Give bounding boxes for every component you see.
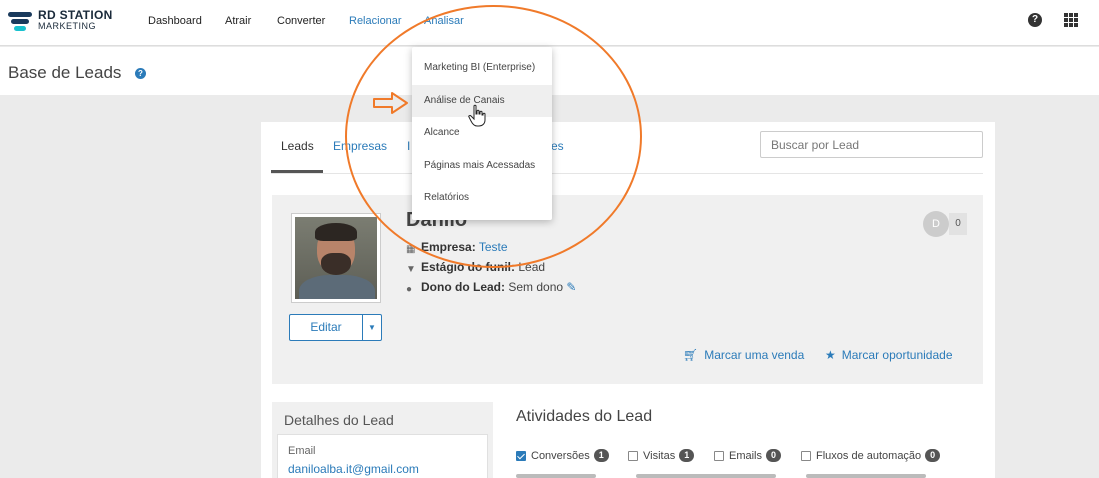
menu-item-marketing-bi[interactable]: Marketing BI (Enterprise) (412, 52, 552, 84)
leads-card: Leads Empresas I es Danilo ▦Empresa: Tes… (261, 122, 995, 478)
logo-line1: RD STATION (38, 8, 113, 22)
edit-button[interactable]: Editar (289, 314, 363, 341)
apps-grid-icon[interactable] (1064, 13, 1078, 27)
menu-item-alcance[interactable]: Alcance (412, 117, 552, 149)
avatar (291, 213, 381, 303)
dono-value: Sem dono (508, 280, 564, 294)
estagio-value: Lead (518, 260, 546, 274)
analisar-dropdown-menu: Marketing BI (Enterprise) Análise de Can… (412, 47, 552, 220)
checkbox-emails[interactable] (714, 450, 724, 461)
count-badge: 0 (766, 449, 782, 462)
count-badge: 0 (925, 449, 941, 462)
lead-initial-badge: D (923, 211, 949, 237)
activities-title: Atividades do Lead (516, 408, 653, 425)
nav-atrair[interactable]: Atrair (225, 15, 251, 27)
filter-visitas[interactable]: Visitas 1 (628, 449, 695, 462)
cart-icon: 🛒︎ (683, 348, 699, 362)
filter-conversoes[interactable]: Conversões 1 (516, 449, 609, 462)
rd-logo-icon (8, 10, 32, 32)
building-icon: ▦ (406, 244, 416, 255)
mark-sale-link[interactable]: 🛒︎ Marcar uma venda (683, 348, 804, 362)
lead-photo (295, 217, 377, 299)
funnel-icon: ▼ (406, 264, 416, 275)
filter-label: Visitas (643, 449, 676, 462)
top-navbar: RD STATION MARKETING Dashboard Atrair Co… (0, 0, 1099, 46)
estagio-label: Estágio do funil: (421, 260, 515, 274)
edit-dropdown-caret-icon[interactable]: ▼ (363, 314, 382, 341)
lead-badge-count: 0 (949, 213, 967, 235)
empresa-label: Empresa: (421, 240, 476, 254)
tab-leads[interactable]: Leads (281, 139, 314, 153)
mark-sale-label: Marcar uma venda (704, 348, 805, 362)
email-field: Email daniloalba.it@gmail.com (277, 434, 488, 478)
logo-line2: MARKETING (38, 21, 97, 31)
filter-fluxos[interactable]: Fluxos de automação 0 (801, 449, 941, 462)
lead-summary: Danilo ▦ Empresa: Teste ▼ Estágio do funil… (272, 195, 983, 384)
mark-opportunity-link[interactable]: ★ Marcar oportunidade (825, 348, 953, 362)
mark-opportunity-label: Marcar oportunidade (841, 348, 953, 362)
dono-label: Dono do Lead: (421, 280, 505, 294)
tab-third[interactable]: I (407, 139, 410, 153)
rd-station-logo[interactable]: RD STATION MARKETING (8, 8, 113, 32)
help-icon[interactable]: ? (1028, 13, 1042, 27)
search-lead-input[interactable] (760, 131, 983, 158)
lead-empresa-row: ▦ Empresa: Teste (406, 240, 508, 255)
page-help-icon[interactable]: ? (135, 68, 146, 79)
nav-analisar[interactable]: Analisar (424, 15, 464, 27)
details-title: Detalhes do Lead (284, 412, 394, 428)
empresa-value-link[interactable]: Teste (479, 240, 508, 254)
menu-item-paginas-acessadas[interactable]: Páginas mais Acessadas (412, 150, 552, 182)
user-icon: ● (406, 284, 413, 295)
email-label: Email (288, 445, 316, 457)
lead-estagio-row: ▼ Estágio do funil: Lead (406, 260, 546, 275)
count-badge: 1 (679, 449, 695, 462)
filters-row-2 (516, 474, 976, 478)
checkbox-visitas[interactable] (628, 450, 638, 461)
filter-label: Conversões (531, 449, 590, 462)
filter-label: Emails (729, 449, 763, 462)
filter-label: Fluxos de automação (816, 449, 922, 462)
star-icon: ★ (825, 348, 836, 362)
menu-item-relatorios[interactable]: Relatórios (412, 182, 552, 214)
nav-relacionar[interactable]: Relacionar (349, 15, 402, 27)
tabs-divider (271, 173, 983, 174)
lead-details-panel: Detalhes do Lead Email daniloalba.it@gma… (272, 402, 493, 478)
checkbox-fluxos[interactable] (801, 450, 811, 461)
tab-empresas[interactable]: Empresas (333, 139, 387, 153)
email-value-link[interactable]: daniloalba.it@gmail.com (288, 462, 419, 476)
nav-dashboard[interactable]: Dashboard (148, 15, 202, 27)
lead-dono-row: ● Dono do Lead: Sem dono ✎ (406, 280, 576, 295)
tab-fourth[interactable]: es (551, 139, 564, 153)
nav-converter[interactable]: Converter (277, 15, 325, 27)
filter-emails[interactable]: Emails 0 (714, 449, 782, 462)
pencil-edit-icon[interactable]: ✎ (566, 280, 576, 294)
count-badge: 1 (593, 449, 609, 462)
menu-item-analise-canais[interactable]: Análise de Canais (412, 85, 552, 117)
page-title: Base de Leads (8, 63, 122, 82)
checkbox-conversoes[interactable] (516, 450, 526, 461)
